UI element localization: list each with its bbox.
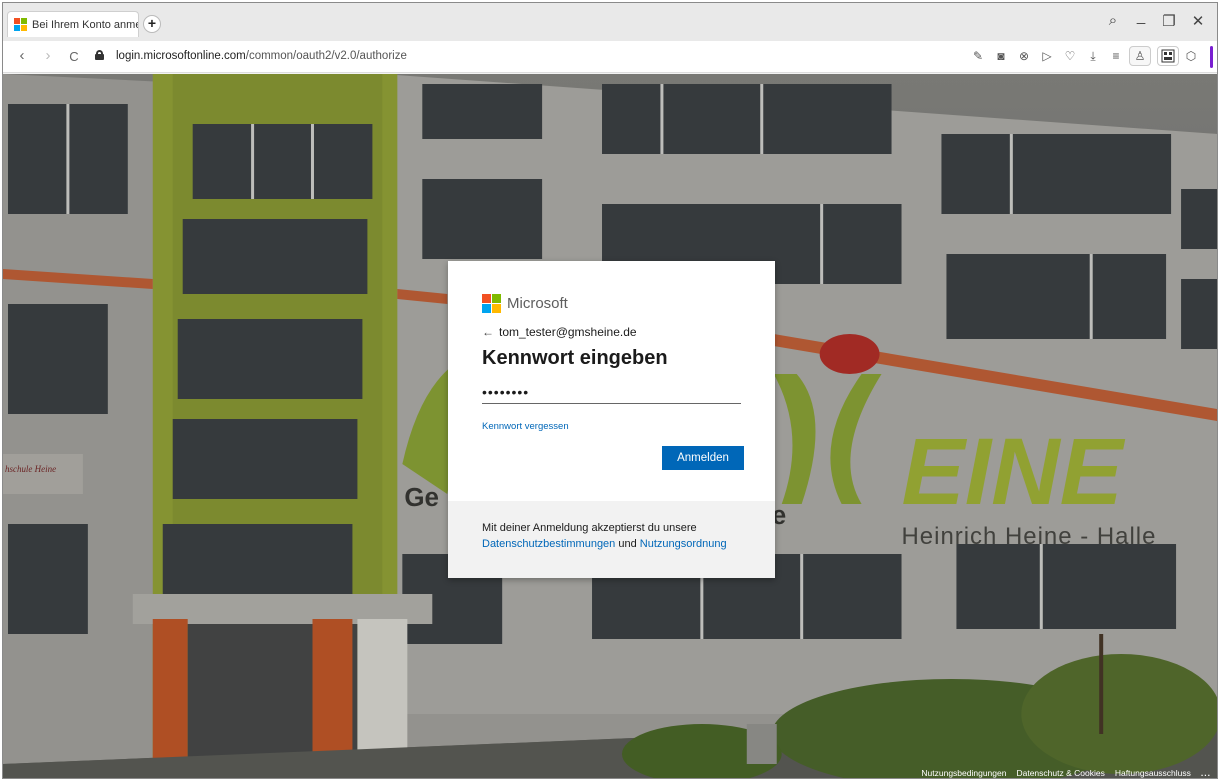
forward-button[interactable]: › <box>39 47 57 64</box>
account-email: tom_tester@gmsheine.de <box>499 325 637 339</box>
profile-icon: ♙ <box>1134 49 1146 63</box>
url-host: login.microsoftonline.com <box>116 50 246 62</box>
tab-title: Bei Ihrem Konto anmelde <box>32 18 138 31</box>
close-button[interactable]: ✕ <box>1187 12 1209 30</box>
privacy-link[interactable]: Datenschutzbestimmungen <box>482 538 615 550</box>
sign-in-button[interactable]: Anmelden <box>662 446 744 470</box>
terms-text: Mit deiner Anmeldung akzeptierst du unse… <box>482 522 697 534</box>
send-icon[interactable]: ▷ <box>1039 48 1055 64</box>
page-content: EINE Heinrich Heine - Halle Ge e hschule… <box>3 74 1217 778</box>
reload-button[interactable]: C <box>65 49 83 64</box>
terms-notice: Mit deiner Anmeldung akzeptierst du unse… <box>448 501 775 578</box>
download-icon[interactable]: ⤓ <box>1085 48 1101 64</box>
tab-strip: Bei Ihrem Konto anmelde + ⌕ _ ❐ ✕ <box>3 3 1217 41</box>
browser-tab[interactable]: Bei Ihrem Konto anmelde <box>7 11 139 37</box>
minimize-button[interactable]: _ <box>1130 8 1152 25</box>
footer-disclaimer-link[interactable]: Haftungsausschluss <box>1115 768 1191 778</box>
heart-icon[interactable]: ♡ <box>1062 48 1078 64</box>
browser-window: Bei Ihrem Konto anmelde + ⌕ _ ❐ ✕ ‹ › C … <box>2 2 1218 779</box>
extension-button[interactable] <box>1157 46 1179 66</box>
cube-icon[interactable]: ⬡ <box>1183 48 1199 64</box>
url-path: /common/oauth2/v2.0/authorize <box>245 50 407 62</box>
block-icon[interactable]: ⊗ <box>1016 48 1032 64</box>
page-title: Kennwort eingeben <box>482 347 668 369</box>
footer-terms-link[interactable]: Nutzungsbedingungen <box>921 768 1006 778</box>
profile-button[interactable]: ♙ <box>1129 46 1151 66</box>
page-footer: Nutzungsbedingungen Datenschutz & Cookie… <box>921 766 1211 778</box>
terms-conjunction: und <box>618 538 637 550</box>
password-input[interactable] <box>482 380 741 404</box>
new-tab-button[interactable]: + <box>143 15 161 33</box>
back-button[interactable]: ‹ <box>13 47 31 64</box>
microsoft-logo-icon <box>482 293 501 313</box>
menu-icon[interactable]: ≡ <box>1108 48 1124 64</box>
footer-privacy-link[interactable]: Datenschutz & Cookies <box>1016 768 1104 778</box>
lock-icon[interactable] <box>95 50 104 60</box>
usage-terms-link[interactable]: Nutzungsordnung <box>640 538 727 550</box>
extension-icon <box>1161 49 1175 63</box>
login-card: Microsoft ← tom_tester@gmsheine.de Kennw… <box>448 261 775 578</box>
brand-name: Microsoft <box>507 294 568 312</box>
address-toolbar: ‹ › C login.microsoftonline.com/common/o… <box>3 41 1217 73</box>
edit-icon[interactable]: ✎ <box>970 48 986 64</box>
address-bar[interactable]: login.microsoftonline.com/common/oauth2/… <box>116 50 407 62</box>
more-options-button[interactable]: ... <box>1201 768 1211 778</box>
microsoft-brand: Microsoft <box>482 293 742 313</box>
search-tabs-icon[interactable]: ⌕ <box>1102 12 1124 29</box>
microsoft-favicon-icon <box>14 18 27 31</box>
restore-button[interactable]: ❐ <box>1158 12 1180 30</box>
back-arrow-icon[interactable]: ← <box>482 325 494 339</box>
forgot-password-link[interactable]: Kennwort vergessen <box>482 421 569 432</box>
identity-banner[interactable]: ← tom_tester@gmsheine.de <box>482 325 742 339</box>
camera-icon[interactable]: ◙ <box>993 48 1009 64</box>
accent-bar <box>1210 46 1213 68</box>
